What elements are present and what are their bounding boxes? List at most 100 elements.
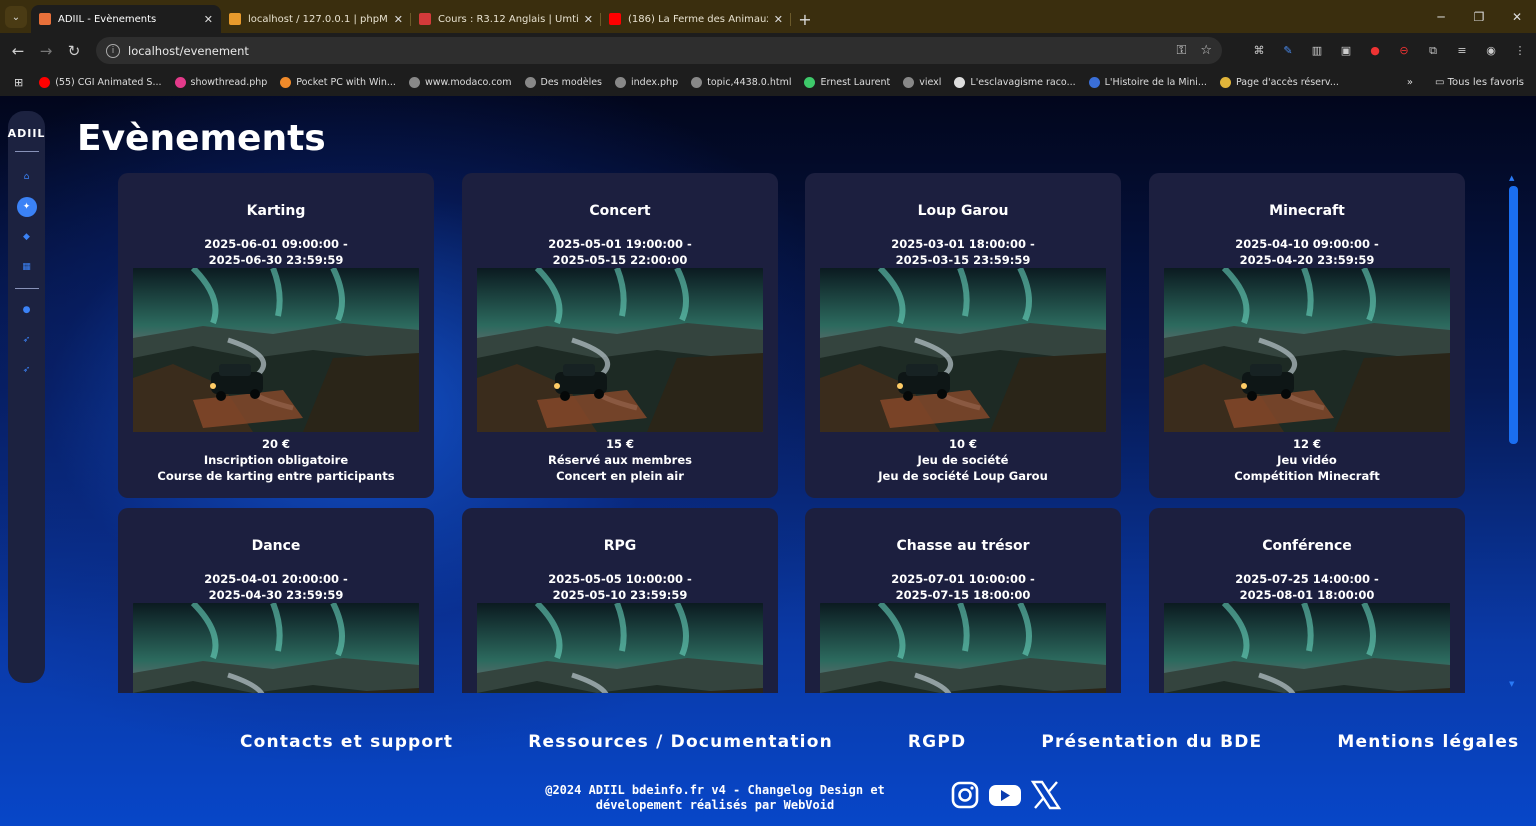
bookmark-favicon-icon — [1219, 76, 1231, 88]
event-description: Course de karting entre participants — [157, 469, 395, 483]
reading-list-icon[interactable]: ≡ — [1454, 43, 1470, 59]
event-card[interactable]: RPG 2025-05-05 10:00:00 - 2025-05-10 23:5… — [462, 508, 778, 693]
extension-red-icon[interactable]: ● — [1367, 43, 1383, 59]
tab-close-icon[interactable]: ✕ — [584, 13, 593, 26]
instagram-icon[interactable] — [950, 780, 980, 810]
bookmark-item[interactable]: showthread.php — [174, 76, 267, 88]
scroll-up-arrow-icon[interactable]: ▲ — [1509, 174, 1514, 182]
event-image-frame — [133, 268, 419, 432]
event-meta: 15 € Réservé aux membres Concert en plein … — [462, 436, 778, 484]
event-meta: 10 € Jeu de société Jeu de société Loup Ga… — [805, 436, 1121, 484]
more-bookmarks-icon[interactable]: » — [1407, 77, 1413, 88]
password-key-icon[interactable]: ⚿ — [1176, 43, 1186, 58]
all-bookmarks-folder[interactable]: ▭ Tous les favoris — [1435, 77, 1524, 88]
bookmark-item[interactable]: Des modèles — [524, 76, 602, 88]
adiil-logo[interactable]: ADIIL — [8, 127, 46, 140]
footer-link[interactable]: RGPD — [908, 732, 966, 752]
bookmark-label: L'Histoire de la Mini... — [1104, 76, 1207, 88]
extension-trash-icon[interactable]: ▥ — [1309, 43, 1325, 59]
scroll-down-arrow-icon[interactable]: ▼ — [1509, 680, 1514, 688]
event-card[interactable]: Karting 2025-06-01 09:00:00 - 2025-06-30 … — [118, 173, 434, 498]
event-price: 10 € — [948, 437, 977, 451]
restore-button[interactable]: ❐ — [1460, 0, 1498, 33]
bookmark-item[interactable]: (55) CGI Animated S... — [39, 76, 162, 88]
event-card[interactable]: Conférence 2025-07-25 14:00:00 - 2025-08-… — [1149, 508, 1465, 693]
browser-menu-icon[interactable]: ⋮ — [1512, 43, 1528, 59]
extension-screen-icon[interactable]: ▣ — [1338, 43, 1354, 59]
social-links — [950, 779, 1062, 811]
rocket-alt-icon[interactable]: ➶ — [17, 360, 37, 380]
sidebar-divider — [14, 151, 39, 152]
bookmark-item[interactable]: viexl — [903, 76, 941, 88]
event-card[interactable]: Loup Garou 2025-03-01 18:00:00 - 2025-03-… — [805, 173, 1121, 498]
browser-tab[interactable]: Cours : R3.12 Anglais | Umtice ✕ — [411, 5, 601, 33]
event-image — [820, 268, 1106, 432]
bookmark-item[interactable]: Page d'accès réserv... — [1219, 76, 1339, 88]
rocket-icon[interactable]: ➶ — [17, 330, 37, 350]
bookmark-item[interactable]: Ernest Laurent — [804, 76, 890, 88]
tab-title: localhost / 127.0.0.1 | phpMyAd — [248, 13, 388, 25]
events-icon[interactable]: ✦ — [16, 197, 37, 217]
footer-link[interactable]: Mentions légales — [1337, 732, 1519, 752]
event-image-frame — [133, 603, 419, 693]
diamond-icon[interactable]: ◆ — [17, 227, 37, 247]
bookmark-item[interactable]: index.php — [615, 76, 678, 88]
bookmark-favicon-icon — [39, 76, 51, 88]
browser-tab[interactable]: (186) La Ferme des Animaux (19 ✕ — [601, 5, 791, 33]
browser-tab[interactable]: ADIIL - Evènements ✕ — [31, 5, 221, 33]
footer-link[interactable]: Ressources / Documentation — [528, 732, 833, 752]
youtube-icon[interactable] — [988, 780, 1022, 810]
new-tab-button[interactable]: + — [791, 5, 819, 33]
tab-search-button[interactable]: ⌄ — [5, 6, 27, 28]
bookmark-item[interactable]: topic,4438.0.html — [691, 76, 791, 88]
event-price: 20 € — [261, 437, 290, 451]
home-icon[interactable]: ⌂ — [17, 167, 37, 187]
scrollbar[interactable]: ▲ ▼ — [1506, 174, 1520, 690]
back-button[interactable]: ← — [4, 37, 32, 65]
extension-translate-icon[interactable]: ⌘ — [1251, 43, 1267, 59]
tab-close-icon[interactable]: ✕ — [394, 13, 403, 26]
bookmark-item[interactable]: www.modaco.com — [408, 76, 512, 88]
minimize-button[interactable]: ─ — [1422, 0, 1460, 33]
bookmark-item[interactable]: Pocket PC with Win... — [280, 76, 396, 88]
event-name: Loup Garou — [917, 203, 1009, 219]
extensions-puzzle-icon[interactable]: ⧉ — [1425, 43, 1441, 59]
extension-pen-icon[interactable]: ✎ — [1280, 43, 1296, 59]
event-card[interactable]: Chasse au trésor 2025-07-01 10:00:00 - 20… — [805, 508, 1121, 693]
site-info-icon[interactable]: i — [106, 43, 120, 58]
event-date: 2025-05-01 19:00:00 - 2025-05-15 22:00:0… — [548, 237, 692, 267]
bookmark-star-icon[interactable]: ☆ — [1200, 43, 1212, 58]
scroll-thumb[interactable] — [1509, 186, 1518, 444]
bookmark-item[interactable]: L'Histoire de la Mini... — [1088, 76, 1207, 88]
bookmark-favicon-icon — [615, 76, 627, 88]
bookmark-favicon-icon — [408, 76, 420, 88]
tab-close-icon[interactable]: ✕ — [774, 13, 783, 26]
close-window-button[interactable]: ✕ — [1498, 0, 1536, 33]
event-category: Jeu vidéo — [1277, 453, 1337, 467]
footer-link[interactable]: Présentation du BDE — [1041, 732, 1262, 752]
browser-toolbar: ← → ↻ i localhost/evenement ⚿ ☆ ⌘ ✎ ▥ ▣ … — [0, 33, 1536, 68]
all-bookmarks-label: Tous les favoris — [1447, 76, 1524, 88]
user-icon[interactable]: ● — [17, 300, 37, 320]
event-card[interactable]: Dance 2025-04-01 20:00:00 - 2025-04-30 23… — [118, 508, 434, 693]
event-card[interactable]: Concert 2025-05-01 19:00:00 - 2025-05-15 … — [462, 173, 778, 498]
tab-favicon-icon — [229, 13, 241, 25]
forward-button[interactable]: → — [32, 37, 60, 65]
bookmark-label: L'esclavagisme raco... — [970, 76, 1076, 88]
sidebar: ADIIL ⌂ ✦ ◆ ▦ ● ➶ ➶ — [8, 111, 45, 683]
tab-close-icon[interactable]: ✕ — [204, 13, 213, 26]
event-image-frame — [477, 603, 763, 693]
address-text: localhost/evenement — [128, 43, 249, 58]
profile-avatar-icon[interactable]: ◉ — [1483, 43, 1499, 59]
tab-title: ADIIL - Evènements — [58, 13, 157, 25]
address-bar[interactable]: i localhost/evenement ⚿ ☆ — [96, 37, 1222, 64]
footer-link[interactable]: Contacts et support — [240, 732, 453, 752]
event-card[interactable]: Minecraft 2025-04-10 09:00:00 - 2025-04-2… — [1149, 173, 1465, 498]
reload-button[interactable]: ↻ — [60, 37, 88, 65]
x-icon[interactable] — [1030, 779, 1062, 811]
bookmark-item[interactable]: L'esclavagisme raco... — [954, 76, 1076, 88]
extension-block-icon[interactable]: ⊖ — [1396, 43, 1412, 59]
browser-tab[interactable]: localhost / 127.0.0.1 | phpMyAd ✕ — [221, 5, 411, 33]
apps-icon[interactable]: ⊞ — [14, 76, 23, 89]
calendar-icon[interactable]: ▦ — [17, 257, 37, 277]
